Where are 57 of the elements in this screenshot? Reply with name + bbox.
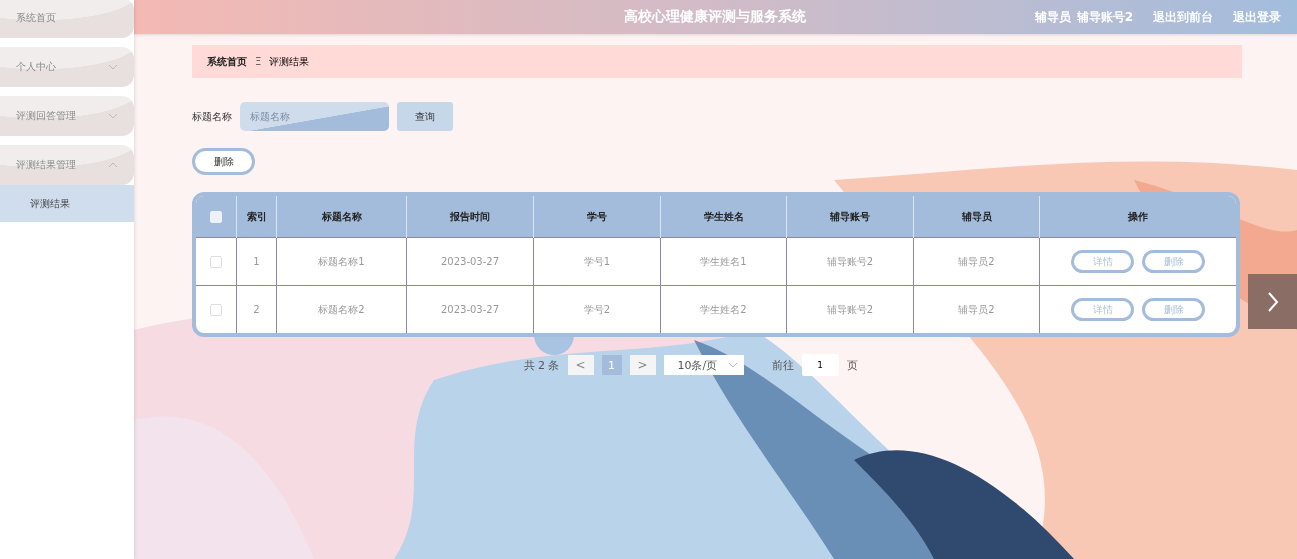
sidebar-item[interactable]: 评测回答管理 [0, 96, 134, 136]
row-action-button[interactable]: 详情 [1071, 250, 1134, 273]
table-cell: 辅导员2 [913, 237, 1040, 286]
table-cell: 辅导账号2 [786, 237, 914, 286]
column-header: 辅导员 [913, 196, 1040, 238]
breadcrumb-separator: Ξ [255, 56, 262, 67]
table-cell: 学号1 [533, 237, 661, 286]
next-page-button[interactable]: > [629, 355, 656, 375]
breadcrumb-link[interactable]: 系统首页 [207, 54, 247, 69]
table-cell: 标题名称2 [276, 285, 407, 333]
header-link[interactable]: 退出登录 [1233, 8, 1281, 26]
column-header: 报告时间 [406, 196, 534, 238]
column-header: 操作 [1039, 196, 1236, 238]
user-role: 辅导员 [1034, 8, 1071, 26]
total-count: 共 2 条 [523, 357, 560, 373]
page-number[interactable]: 1 [601, 355, 622, 375]
delete-button[interactable]: 删除 [192, 148, 255, 175]
column-header: 标题名称 [276, 196, 407, 238]
page-unit: 页 [846, 357, 858, 373]
user-account: 辅导账号2 [1076, 8, 1133, 26]
sidebar-item[interactable]: 系统首页 [0, 0, 134, 38]
table-cell: 学生姓名2 [660, 285, 787, 333]
select-all-checkbox[interactable] [210, 210, 222, 223]
column-header: 学号 [533, 196, 661, 238]
row-action-button[interactable]: 详情 [1071, 298, 1134, 321]
table-cell: 辅导员2 [913, 285, 1040, 333]
table-cell: 标题名称1 [276, 237, 407, 286]
search-button[interactable]: 查询 [397, 102, 453, 131]
breadcrumb-current: 评测结果 [269, 54, 310, 69]
field-label: 标题名称 [192, 109, 232, 124]
title-search-field[interactable]: 标题名称 [240, 102, 389, 131]
row-checkbox[interactable] [210, 255, 222, 268]
table-cell: 1 [236, 237, 277, 286]
table-cell: 2023-03-27 [406, 285, 534, 333]
column-header: 学生姓名 [660, 196, 787, 238]
table-cell: 2 [236, 285, 277, 333]
goto-page-field[interactable]: 1 [801, 354, 839, 376]
page-size-select[interactable]: 10条/页 [663, 355, 744, 375]
chevron-right-icon [1265, 290, 1280, 313]
header-link[interactable]: 退出到前台 [1153, 8, 1213, 26]
app-title: 高校心理健康评测与服务系统 [624, 8, 806, 26]
row-action-button[interactable]: 删除 [1142, 250, 1205, 273]
column-header: 索引 [236, 196, 277, 238]
column-header: 辅导账号 [786, 196, 914, 238]
sidebar-subitem[interactable]: 评测结果 [0, 185, 134, 222]
row-checkbox[interactable] [210, 303, 222, 316]
table-cell: 2023-03-27 [406, 237, 534, 286]
sidebar-item[interactable]: 评测结果管理 [0, 145, 134, 185]
next-arrow-button[interactable] [1248, 274, 1297, 329]
sidebar-item[interactable]: 个人中心 [0, 47, 134, 87]
row-action-button[interactable]: 删除 [1142, 298, 1205, 321]
table-cell: 学生姓名1 [660, 237, 787, 286]
table-cell: 辅导账号2 [786, 285, 914, 333]
chevron-icon [727, 362, 738, 368]
prev-page-button[interactable]: < [567, 355, 594, 375]
goto-label: 前往 [771, 357, 794, 373]
table-cell: 学号2 [533, 285, 661, 333]
